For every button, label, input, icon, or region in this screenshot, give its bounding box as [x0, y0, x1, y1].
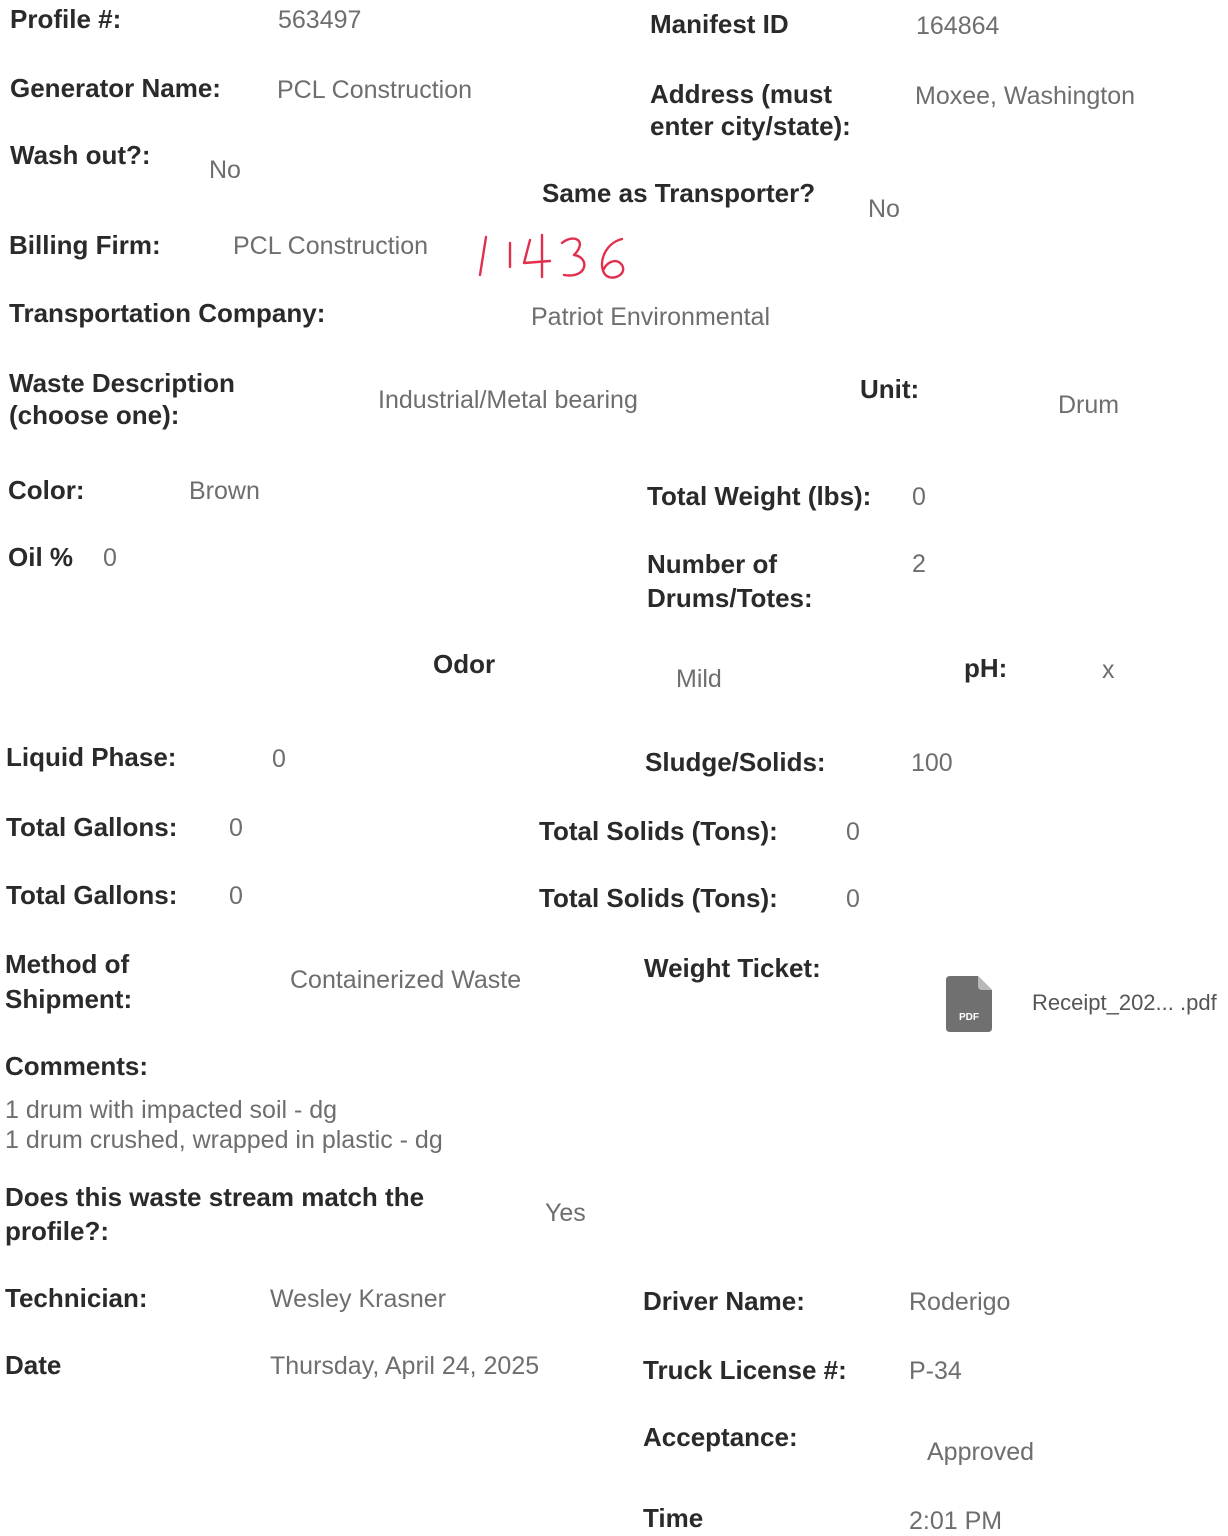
comments-label: Comments:	[5, 1051, 149, 1081]
total-solids-value-1: 0	[846, 818, 860, 846]
total-gallons-value-1: 0	[229, 814, 243, 842]
acceptance-value: Approved	[927, 1438, 1035, 1466]
driver-label: Driver Name:	[643, 1286, 805, 1316]
pdf-file-icon[interactable]: PDF	[946, 976, 992, 1032]
total-gallons-label-1: Total Gallons:	[6, 812, 178, 842]
ph-value: x	[1102, 656, 1115, 684]
profile-label: Profile #:	[10, 4, 122, 34]
washout-label: Wash out?:	[10, 140, 151, 170]
total-weight-label: Total Weight (lbs):	[647, 481, 872, 511]
truck-license-label: Truck License #:	[643, 1355, 847, 1385]
liquid-label: Liquid Phase:	[6, 742, 177, 772]
color-label: Color:	[8, 475, 85, 505]
odor-label: Odor	[433, 649, 496, 679]
technician-label: Technician:	[5, 1283, 148, 1313]
method-label-line2: Shipment:	[5, 984, 133, 1014]
acceptance-label: Acceptance:	[643, 1422, 798, 1452]
ph-label: pH:	[964, 653, 1008, 683]
technician-value: Wesley Krasner	[270, 1285, 446, 1313]
total-solids-label-1: Total Solids (Tons):	[539, 816, 778, 846]
address-label-line2: enter city/state):	[650, 111, 851, 141]
sludge-value: 100	[911, 749, 953, 777]
transport-label: Transportation Company:	[9, 298, 326, 328]
weight-ticket-label: Weight Ticket:	[644, 953, 821, 983]
manifest-label: Manifest ID	[650, 9, 789, 39]
drums-label-line2: Drums/Totes:	[647, 583, 813, 613]
comment-line-2: 1 drum crushed, wrapped in plastic - dg	[5, 1126, 443, 1154]
liquid-value: 0	[272, 745, 286, 773]
match-value: Yes	[545, 1199, 586, 1227]
date-label: Date	[5, 1350, 62, 1380]
total-weight-value: 0	[912, 483, 926, 511]
time-value: 2:01 PM	[909, 1507, 1003, 1535]
unit-label: Unit:	[860, 374, 920, 404]
oil-value: 0	[103, 544, 117, 572]
time-label: Time	[643, 1503, 704, 1533]
unit-value: Drum	[1058, 391, 1120, 419]
svg-text:PDF: PDF	[959, 1012, 979, 1023]
washout-value: No	[209, 156, 241, 184]
waste-desc-label-line1: Waste Description	[9, 368, 235, 398]
generator-label: Generator Name:	[10, 73, 221, 103]
profile-value: 563497	[278, 6, 362, 34]
handwritten-number	[478, 233, 625, 279]
same-transporter-value: No	[868, 195, 900, 223]
waste-desc-value: Industrial/Metal bearing	[378, 386, 638, 414]
date-value: Thursday, April 24, 2025	[270, 1352, 540, 1380]
method-value: Containerized Waste	[290, 966, 522, 994]
billing-value: PCL Construction	[233, 232, 428, 260]
transport-value: Patriot Environmental	[531, 303, 771, 331]
address-value: Moxee, Washington	[915, 82, 1136, 110]
drums-label-line1: Number of	[647, 549, 777, 579]
waste-desc-label-line2: (choose one):	[9, 400, 180, 430]
color-value: Brown	[189, 477, 260, 505]
match-label-line1: Does this waste stream match the	[5, 1182, 425, 1212]
oil-label: Oil %	[8, 542, 74, 572]
billing-label: Billing Firm:	[9, 230, 161, 260]
same-transporter-label: Same as Transporter?	[542, 178, 816, 208]
driver-value: Roderigo	[909, 1288, 1011, 1316]
method-label-line1: Method of	[5, 949, 130, 979]
address-label-line1: Address (must	[650, 79, 833, 109]
total-solids-value-2: 0	[846, 885, 860, 913]
drums-value: 2	[912, 550, 926, 578]
manifest-value: 164864	[916, 12, 1000, 40]
odor-value: Mild	[676, 665, 722, 693]
match-label-line2: profile?:	[5, 1216, 109, 1246]
weight-ticket-file-link[interactable]: Receipt_202... .pdf	[1032, 988, 1217, 1018]
sludge-label: Sludge/Solids:	[645, 747, 826, 777]
generator-value: PCL Construction	[277, 76, 472, 104]
total-gallons-value-2: 0	[229, 882, 243, 910]
truck-license-value: P-34	[909, 1357, 962, 1385]
total-gallons-label-2: Total Gallons:	[6, 880, 178, 910]
comment-line-1: 1 drum with impacted soil - dg	[5, 1096, 338, 1124]
total-solids-label-2: Total Solids (Tons):	[539, 883, 778, 913]
